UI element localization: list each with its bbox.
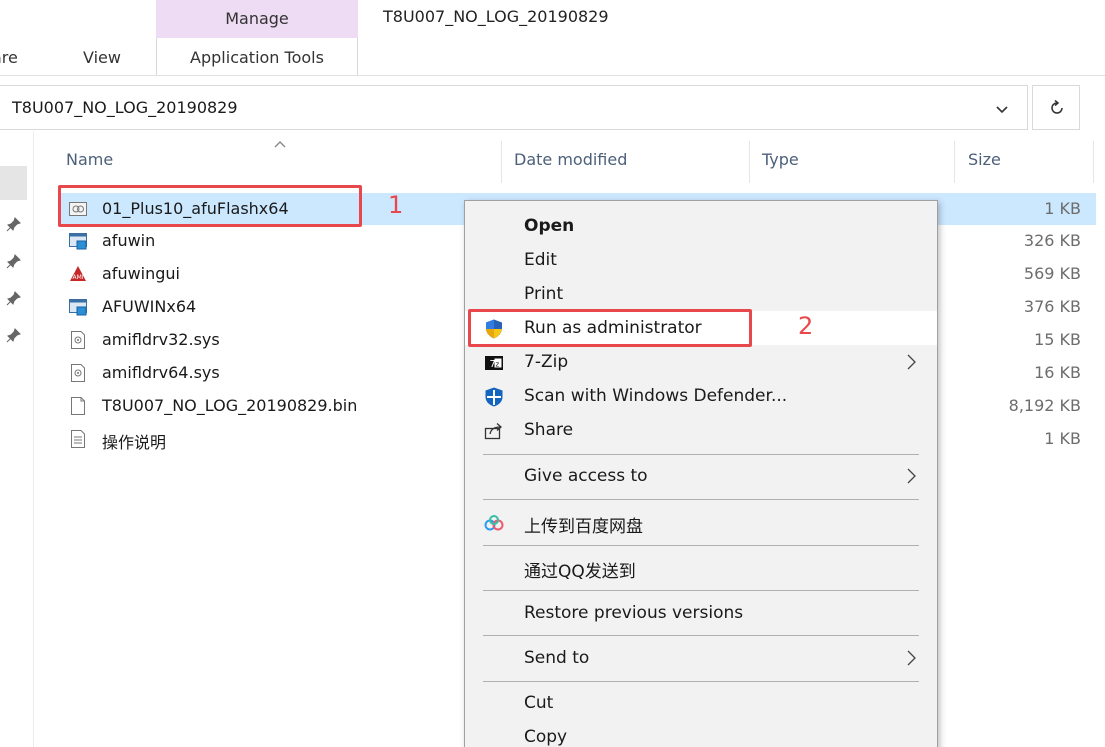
menu-separator	[483, 545, 919, 546]
file-size: 1 KB	[1044, 429, 1081, 448]
address-path: T8U007_NO_LOG_20190829	[12, 98, 238, 117]
menu-item-label: Share	[524, 420, 574, 440]
file-size: 1 KB	[1044, 199, 1081, 218]
chevron-right-icon	[907, 354, 916, 370]
file-size: 326 KB	[1023, 231, 1081, 250]
manage-label: Manage	[225, 9, 289, 28]
application-icon	[69, 233, 87, 250]
system-file-icon	[71, 331, 85, 349]
file-name: amifldrv64.sys	[102, 363, 220, 382]
menu-item-7-zip[interactable]: 7z 7-Zip	[465, 345, 937, 379]
menu-separator	[483, 454, 919, 455]
highlight-box-run-as-admin	[468, 309, 752, 347]
menu-item-open[interactable]: Open	[465, 209, 937, 243]
sort-ascending-icon	[274, 141, 286, 148]
manage-context-header: Manage	[156, 0, 358, 38]
tab-application-tools[interactable]: Application Tools	[156, 38, 358, 75]
column-separator[interactable]	[954, 141, 955, 183]
file-size: 376 KB	[1023, 297, 1081, 316]
menu-item-label: Print	[524, 284, 564, 304]
pin-icon	[6, 328, 21, 343]
file-size: 8,192 KB	[1008, 396, 1081, 415]
menu-item-label: Cut	[524, 693, 554, 713]
menu-item-baidu-upload[interactable]: 上传到百度网盘	[465, 505, 937, 539]
ribbon-divider	[0, 75, 1105, 76]
window-title: T8U007_NO_LOG_20190829	[383, 7, 609, 26]
menu-item-share[interactable]: Share	[465, 413, 937, 447]
navigation-selected-item[interactable]	[0, 166, 27, 200]
file-size: 569 KB	[1023, 264, 1081, 283]
svg-text:z: z	[496, 361, 500, 369]
file-name: T8U007_NO_LOG_20190829.bin	[102, 396, 358, 415]
menu-item-cut[interactable]: Cut	[465, 686, 937, 720]
text-file-icon	[71, 430, 85, 448]
chevron-right-icon	[907, 650, 916, 666]
column-header-name[interactable]: Name	[66, 150, 113, 169]
context-menu: Open Edit Print Run as administrator 7z …	[464, 200, 938, 747]
step-number: 2	[798, 312, 814, 340]
menu-item-label: Edit	[524, 250, 557, 270]
refresh-button[interactable]	[1032, 85, 1080, 130]
menu-item-copy[interactable]: Copy	[465, 720, 937, 747]
tab-share[interactable]: are	[0, 48, 18, 67]
menu-item-label: Open	[524, 216, 575, 236]
tab-application-tools-label: Application Tools	[190, 48, 324, 67]
menu-item-print[interactable]: Print	[465, 277, 937, 311]
highlight-box-file	[58, 185, 362, 227]
column-header-type[interactable]: Type	[762, 150, 799, 169]
step-number: 1	[388, 191, 404, 219]
baidu-cloud-icon	[484, 515, 504, 531]
menu-separator	[483, 499, 919, 500]
pin-icon	[6, 254, 21, 269]
file-name: amifldrv32.sys	[102, 330, 220, 349]
column-header-size[interactable]: Size	[968, 150, 1001, 169]
refresh-icon	[1051, 99, 1063, 114]
pin-icon	[6, 217, 21, 232]
menu-item-label: 上传到百度网盘	[524, 517, 643, 537]
file-size: 15 KB	[1034, 330, 1081, 349]
defender-icon	[485, 387, 503, 407]
menu-item-edit[interactable]: Edit	[465, 243, 937, 277]
chevron-down-icon[interactable]	[989, 99, 1015, 119]
7zip-icon: 7z	[485, 356, 503, 370]
ami-application-icon: AMI	[70, 266, 86, 281]
file-size: 16 KB	[1034, 363, 1081, 382]
tab-view[interactable]: View	[83, 48, 121, 67]
svg-text:AMI: AMI	[72, 274, 83, 281]
menu-separator	[483, 681, 919, 682]
system-file-icon	[71, 364, 85, 382]
file-name: afuwin	[102, 231, 156, 250]
menu-item-label: Restore previous versions	[524, 603, 744, 623]
column-separator[interactable]	[749, 141, 750, 183]
file-name: 操作说明	[102, 433, 167, 452]
file-name: AFUWINx64	[102, 297, 197, 316]
menu-item-label: Scan with Windows Defender...	[524, 386, 788, 406]
menu-item-restore-previous-versions[interactable]: Restore previous versions	[465, 596, 937, 630]
column-separator[interactable]	[1093, 141, 1094, 183]
menu-item-scan-defender[interactable]: Scan with Windows Defender...	[465, 379, 937, 413]
blank-file-icon	[71, 397, 85, 415]
menu-item-label: Copy	[524, 727, 568, 747]
menu-item-send-to[interactable]: Send to	[465, 641, 937, 675]
menu-item-label: 通过QQ发送到	[524, 562, 636, 582]
pin-icon	[6, 291, 21, 306]
menu-item-label: Give access to	[524, 466, 648, 486]
share-icon	[484, 423, 502, 440]
menu-separator	[483, 635, 919, 636]
chevron-right-icon	[907, 468, 916, 484]
column-header-date-modified[interactable]: Date modified	[514, 150, 627, 169]
menu-item-send-via-qq[interactable]: 通过QQ发送到	[465, 550, 937, 584]
application-icon	[69, 299, 87, 316]
file-name: afuwingui	[102, 264, 180, 283]
address-bar[interactable]: T8U007_NO_LOG_20190829	[0, 85, 1028, 130]
menu-item-give-access-to[interactable]: Give access to	[465, 459, 937, 493]
menu-separator	[483, 590, 919, 591]
menu-item-label: Send to	[524, 648, 590, 668]
column-separator[interactable]	[501, 141, 502, 183]
menu-item-label: 7-Zip	[524, 352, 569, 372]
